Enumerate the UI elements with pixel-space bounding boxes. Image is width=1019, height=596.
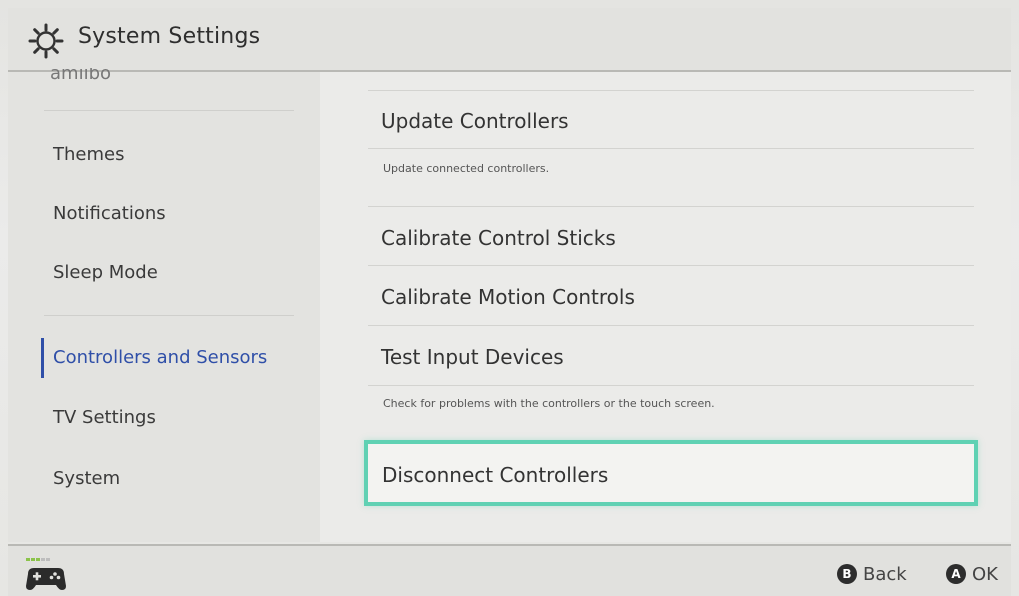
test-input-devices-option[interactable]: Test Input Devices xyxy=(381,345,564,369)
sidebar-item-sleep-mode[interactable]: Sleep Mode xyxy=(53,262,158,283)
disconnect-controllers-label: Disconnect Controllers xyxy=(382,463,609,487)
test-input-devices-description: Check for problems with the controllers … xyxy=(383,397,715,410)
page-title: System Settings xyxy=(78,24,261,49)
header: System Settings xyxy=(8,8,1011,72)
sidebar-item-system[interactable]: System xyxy=(53,468,120,489)
disconnect-controllers-option[interactable]: Disconnect Controllers xyxy=(364,440,978,506)
sidebar-item-notifications[interactable]: Notifications xyxy=(53,203,166,224)
controller-icon xyxy=(26,558,66,590)
divider xyxy=(368,385,974,386)
back-button[interactable]: Back xyxy=(863,564,907,585)
calibrate-motion-controls-option[interactable]: Calibrate Motion Controls xyxy=(381,285,635,309)
ok-button[interactable]: OK xyxy=(972,564,998,585)
system-settings-screen: System Settings amiibo Themes Notificati… xyxy=(0,0,1019,596)
divider xyxy=(368,265,974,266)
sidebar-item-amiibo-partial[interactable]: amiibo xyxy=(50,68,111,80)
sidebar-item-controllers-and-sensors[interactable]: Controllers and Sensors xyxy=(53,347,267,368)
update-controllers-option[interactable]: Update Controllers xyxy=(381,109,569,133)
active-indicator xyxy=(41,338,44,378)
b-button-icon[interactable]: B xyxy=(837,564,857,584)
a-button-icon[interactable]: A xyxy=(946,564,966,584)
sidebar-item-tv-settings[interactable]: TV Settings xyxy=(53,407,156,428)
divider xyxy=(368,325,974,326)
sidebar-divider xyxy=(44,110,294,111)
calibrate-control-sticks-option[interactable]: Calibrate Control Sticks xyxy=(381,226,616,250)
gear-icon xyxy=(28,23,64,59)
sidebar-divider xyxy=(44,315,294,316)
update-controllers-description: Update connected controllers. xyxy=(383,162,550,175)
divider xyxy=(368,206,974,207)
sidebar: amiibo Themes Notifications Sleep Mode C… xyxy=(8,68,320,542)
controllers-settings-panel: Update Controllers Update connected cont… xyxy=(320,72,1011,542)
divider xyxy=(368,90,974,91)
footer: B Back A OK xyxy=(8,544,1011,596)
divider xyxy=(368,148,974,149)
sidebar-item-themes[interactable]: Themes xyxy=(53,144,124,165)
